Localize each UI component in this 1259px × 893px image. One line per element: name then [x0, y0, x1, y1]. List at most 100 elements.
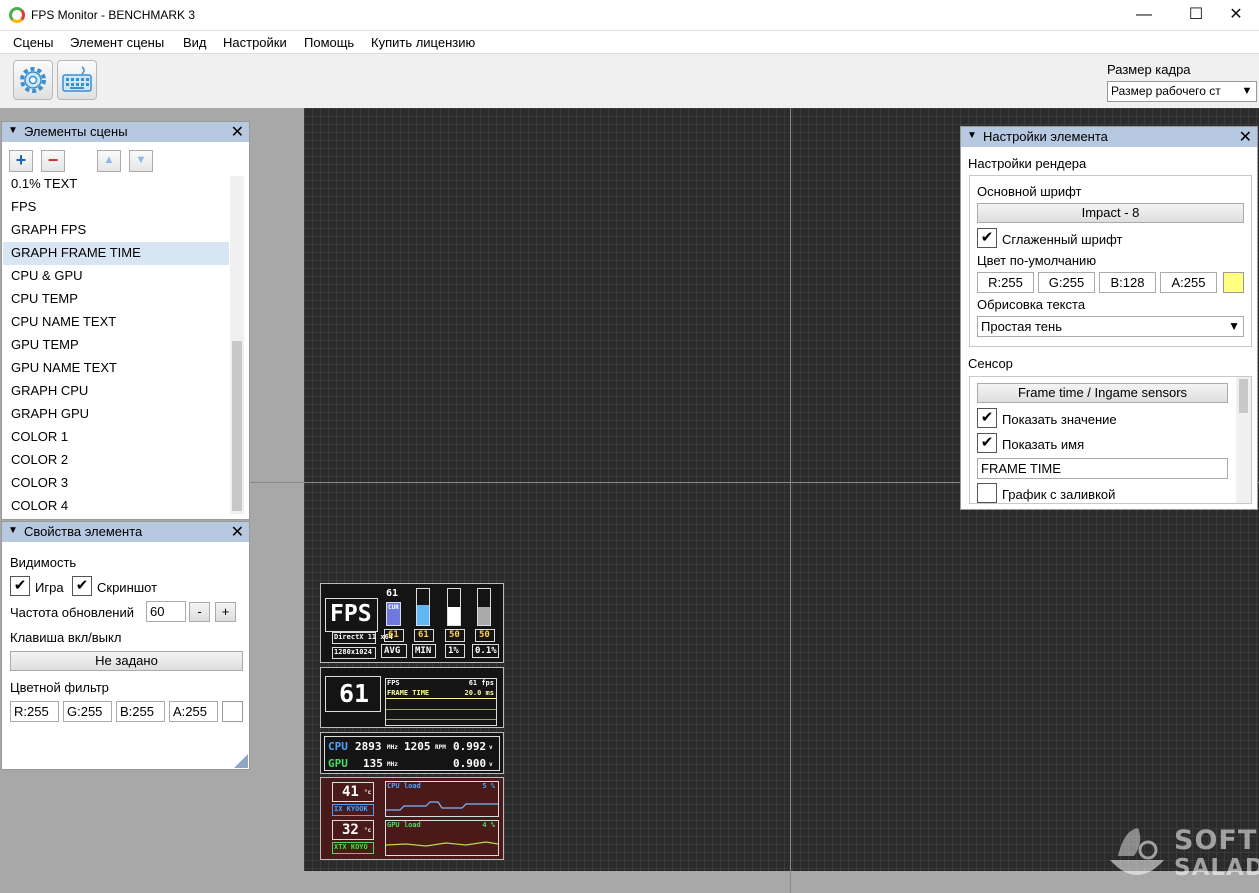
list-item-selected[interactable]: GRAPH FRAME TIME [3, 242, 229, 265]
list-item[interactable]: GPU NAME TEXT [3, 357, 229, 380]
collapse-icon[interactable]: ▼ [8, 125, 18, 136]
scrollbar-thumb[interactable] [232, 341, 242, 511]
update-rate-label: Частота обновлений [10, 605, 135, 620]
menu-help[interactable]: Помощь [304, 35, 354, 50]
gpu-voltage-unit: v [489, 761, 493, 768]
sensor-scrollbar[interactable] [1236, 377, 1251, 503]
screenshot-checkbox[interactable]: ✔ [72, 576, 92, 596]
minimize-button[interactable]: — [1121, 0, 1167, 31]
osd-graph-block[interactable]: 61 FPS 61 fps FRAME TIME 20.0 ms [320, 667, 504, 728]
menu-scenes[interactable]: Сцены [13, 35, 53, 50]
text-outline-select[interactable]: Простая тень ▼ [977, 316, 1244, 337]
remove-element-button[interactable]: − [41, 150, 65, 172]
keyboard-button[interactable] [57, 60, 97, 100]
arrow-down-icon: ▼ [135, 154, 147, 166]
text-outline-value: Простая тень [981, 319, 1062, 334]
main-font-button[interactable]: Impact - 8 [977, 203, 1244, 223]
default-color-label: Цвет по-умолчанию [977, 253, 1097, 268]
resize-handle[interactable] [234, 754, 248, 768]
frame-size-value: Размер рабочего ст [1111, 84, 1221, 98]
gpu-voltage: 0.900 [453, 757, 487, 770]
menu-view[interactable]: Вид [183, 35, 207, 50]
list-item[interactable]: COLOR 1 [3, 426, 229, 449]
update-rate-increment-button[interactable]: + [215, 602, 236, 622]
cpu-name-box: IX KYOOK [332, 804, 374, 816]
list-item[interactable]: 0.1% TEXT [3, 173, 229, 196]
filter-b-input[interactable]: B:255 [116, 701, 165, 722]
list-item[interactable]: CPU & GPU [3, 265, 229, 288]
filter-color-swatch[interactable] [222, 701, 243, 722]
scene-elements-scrollbar[interactable] [230, 176, 244, 514]
menu-settings[interactable]: Настройки [223, 35, 287, 50]
osd-fps-block[interactable]: FPS DirectX 11 x64 1280x1024 61 CUR 61 6… [320, 583, 504, 663]
close-icon[interactable]: ✕ [231, 122, 244, 142]
fan-rpm-unit: RPM [435, 744, 446, 751]
default-g-input[interactable]: G:255 [1038, 272, 1095, 293]
update-rate-decrement-button[interactable]: - [189, 602, 210, 622]
list-item[interactable]: GPU TEMP [3, 334, 229, 357]
list-item[interactable]: GRAPH CPU [3, 380, 229, 403]
fps-current-value: 61 [386, 588, 399, 599]
default-a-input[interactable]: A:255 [1160, 272, 1217, 293]
move-up-button[interactable]: ▲ [97, 150, 121, 172]
gpu-temp-value: 32 [342, 822, 359, 838]
cpu-load-graph: CPU load 5 % [385, 781, 499, 817]
hotkey-button[interactable]: Не задано [10, 651, 243, 671]
settings-button[interactable] [13, 60, 53, 100]
chevron-down-icon[interactable]: ▼ [1238, 82, 1256, 101]
gpu-label: GPU [328, 757, 348, 770]
list-item[interactable]: CPU TEMP [3, 288, 229, 311]
fps-label-box: FPS [325, 598, 378, 632]
close-icon[interactable]: ✕ [1239, 127, 1252, 147]
close-button[interactable]: ✕ [1213, 0, 1259, 31]
sensor-name-input[interactable]: FRAME TIME [977, 458, 1228, 479]
list-item[interactable]: COLOR 3 [3, 472, 229, 495]
min-bar [447, 588, 461, 626]
menu-buy-license[interactable]: Купить лицензию [371, 35, 475, 50]
list-item[interactable]: COLOR 2 [3, 449, 229, 472]
scrollbar-thumb[interactable] [1239, 379, 1248, 413]
game-checkbox[interactable]: ✔ [10, 576, 30, 596]
close-icon[interactable]: ✕ [231, 522, 244, 542]
show-name-checkbox[interactable]: ✔ [977, 433, 997, 453]
cpu-name: IX KYOOK [334, 805, 368, 813]
move-down-button[interactable]: ▼ [129, 150, 153, 172]
gpu-mhz-unit: MHz [387, 761, 398, 768]
menu-scene-element[interactable]: Элемент сцены [70, 35, 164, 50]
list-item[interactable]: FPS [3, 196, 229, 219]
list-item[interactable]: GRAPH GPU [3, 403, 229, 426]
screenshot-label: Скриншот [97, 580, 158, 595]
osd-temp-load-block[interactable]: 41 °c IX KYOOK 32 °c XTX KOYO CPU load 5… [320, 777, 504, 860]
smooth-font-checkbox[interactable]: ✔ [977, 228, 997, 248]
canvas-guide-vertical [790, 108, 791, 893]
add-element-button[interactable]: + [9, 150, 33, 172]
default-b-input[interactable]: B:128 [1099, 272, 1156, 293]
frame-size-select[interactable]: Размер рабочего ст ▼ [1107, 81, 1257, 102]
default-color-swatch[interactable] [1223, 272, 1244, 293]
list-item[interactable]: CPU NAME TEXT [3, 311, 229, 334]
list-item[interactable]: GRAPH FPS [3, 219, 229, 242]
sensor-select-button[interactable]: Frame time / Ingame sensors [977, 383, 1228, 403]
avg-bar [416, 588, 430, 626]
chevron-down-icon[interactable]: ▼ [1228, 319, 1240, 333]
collapse-icon[interactable]: ▼ [8, 525, 18, 536]
show-value-checkbox[interactable]: ✔ [977, 408, 997, 428]
filter-a-input[interactable]: A:255 [169, 701, 218, 722]
graph-ft-value: 20.0 ms [464, 689, 494, 697]
window-title: FPS Monitor - BENCHMARK 3 [31, 8, 196, 22]
salad-bowl-icon [1110, 828, 1164, 875]
collapse-icon[interactable]: ▼ [967, 130, 977, 141]
filter-r-input[interactable]: R:255 [10, 701, 59, 722]
list-item[interactable]: COLOR 4 [3, 495, 229, 518]
cpu-mhz: 2893 [355, 740, 382, 753]
osd-cpu-gpu-block[interactable]: CPU 2893 MHz 1205 RPM 0.992 v GPU 135 MH… [320, 732, 504, 774]
filter-g-input[interactable]: G:255 [63, 701, 112, 722]
cpu-label: CPU [328, 740, 348, 753]
render-settings-label: Настройки рендера [968, 156, 1087, 171]
filled-graph-checkbox[interactable] [977, 483, 997, 503]
update-rate-input[interactable]: 60 [146, 601, 186, 622]
p01-value-box: 50 [475, 629, 495, 642]
game-label: Игра [35, 580, 64, 595]
graph-fps-label: FPS [387, 679, 400, 687]
default-r-input[interactable]: R:255 [977, 272, 1034, 293]
